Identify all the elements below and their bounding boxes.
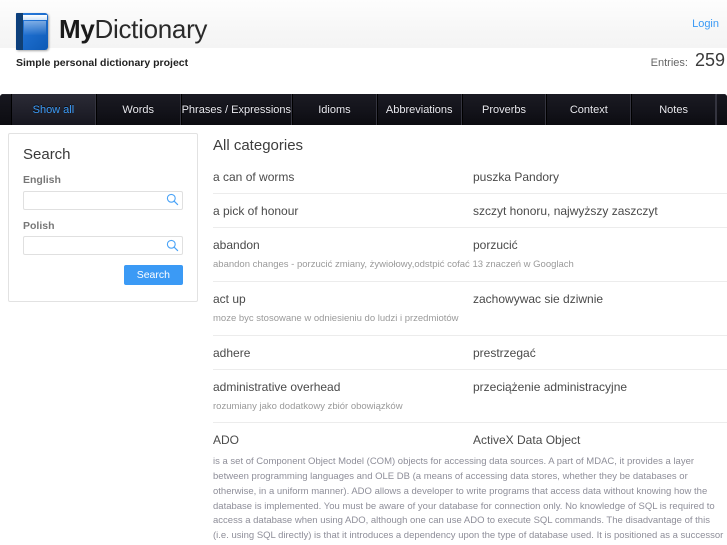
nav-item-words[interactable]: Words (95, 94, 181, 125)
entry-term-english: abandon (213, 238, 260, 252)
entries-counter: Entries: 259 (651, 50, 725, 71)
book-icon (14, 11, 50, 51)
nav-item-notes[interactable]: Notes (631, 94, 717, 125)
dictionary-entry[interactable]: ADO ActiveX Data Object is a set of Compon… (213, 433, 727, 545)
entries-count: 259 (694, 50, 725, 70)
polish-search-input[interactable] (23, 236, 183, 255)
dictionary-entry[interactable]: act up zachowywac sie dziwnie moze byc sto… (213, 292, 727, 336)
entry-note: rozumiany jako dodatkowy zbiór obowiązkó… (213, 400, 403, 412)
nav-item-context[interactable]: Context (546, 94, 632, 125)
polish-field-label: Polish (23, 219, 55, 232)
nav-item-show-all[interactable]: Show all (11, 94, 96, 125)
login-link[interactable]: Login (692, 18, 719, 30)
search-panel-title: Search (23, 146, 71, 163)
nav-item-phrases-expressions[interactable]: Phrases / Expressions (180, 94, 293, 125)
main-navigation: Show all Words Phrases / Expressions Idioms… (0, 94, 727, 125)
english-field-label: English (23, 174, 61, 186)
entry-term-polish: prestrzegać (473, 345, 536, 360)
entry-term-polish: przeciążenie administracyjne (473, 379, 628, 394)
entry-row: adhere prestrzegać (213, 346, 727, 360)
entry-row: administrative overhead przeciążenie admi… (213, 380, 727, 394)
dictionary-entry[interactable]: a pick of honour szczyt honoru, najwyższy… (213, 204, 727, 228)
dictionary-entry[interactable]: adhere prestrzegać (213, 346, 727, 370)
search-panel: Search English Polish Search (8, 133, 198, 302)
page-body: Search English Polish Search All categor… (0, 125, 727, 545)
entry-term-english: ADO (213, 433, 240, 448)
entry-row: a pick of honour szczyt honoru, najwyższy… (213, 204, 727, 218)
entry-note: abandon changes - porzucić zmiany, żywio… (213, 259, 574, 270)
nav-item-idioms[interactable]: Idioms (292, 94, 377, 125)
search-field-english: English (23, 174, 183, 210)
wordmark: MyDictionary (59, 11, 207, 42)
brand-name-light: Dictionary (94, 14, 208, 44)
entry-row: abandon porzucić (213, 238, 727, 252)
nav-right-edge (716, 94, 727, 125)
entry-list: a can of worms puszka Pandory a pick of ho… (213, 170, 727, 545)
logo-block[interactable]: MyDictionary Simple personal dictionary … (14, 11, 207, 69)
search-button[interactable]: Search (123, 265, 183, 285)
dictionary-entry[interactable]: a can of worms puszka Pandory (213, 170, 727, 194)
entry-description: is a set of Component Object Model (COM)… (213, 456, 724, 545)
tagline: Simple personal dictionary project (16, 57, 189, 69)
entry-row: a can of worms puszka Pandory (213, 170, 727, 184)
search-field-polish: Polish (23, 219, 183, 255)
entry-term-polish: ActiveX Data Object (473, 433, 581, 448)
nav-left-edge (0, 94, 11, 125)
brand-name-bold: My (59, 14, 95, 44)
entry-term-english: a pick of honour (213, 204, 299, 218)
entry-note: moze byc stosowane w odniesieniu do ludz… (213, 312, 459, 324)
entry-term-english: adhere (213, 345, 251, 360)
page-header: MyDictionary Simple personal dictionary … (0, 0, 727, 94)
nav-item-abbreviations[interactable]: Abbreviations (376, 94, 462, 125)
entry-term-english: a can of worms (213, 170, 295, 184)
entry-term-polish: szczyt honoru, najwyższy zaszczyt (473, 204, 658, 218)
entry-row: ADO ActiveX Data Object (213, 433, 727, 447)
entry-term-english: act up (213, 291, 246, 306)
page-title: All categories (213, 137, 304, 154)
dictionary-entry[interactable]: administrative overhead przeciążenie admi… (213, 380, 727, 424)
nav-item-proverbs[interactable]: Proverbs (461, 94, 547, 125)
dictionary-entry[interactable]: abandon porzucić abandon changes - porzuci… (213, 238, 727, 282)
main-content: All categories a can of worms puszka Pand… (213, 133, 727, 545)
english-search-input[interactable] (23, 190, 183, 210)
entry-row: act up zachowywac sie dziwnie (213, 292, 727, 306)
sidebar: Search English Polish Search (8, 133, 198, 302)
entries-label: Entries: (650, 57, 688, 69)
entry-term-polish: zachowywac sie dziwnie (473, 291, 604, 306)
entry-term-english: administrative overhead (213, 379, 341, 394)
entry-term-polish: puszka Pandory (473, 170, 560, 184)
entry-term-polish: porzucić (473, 238, 518, 252)
